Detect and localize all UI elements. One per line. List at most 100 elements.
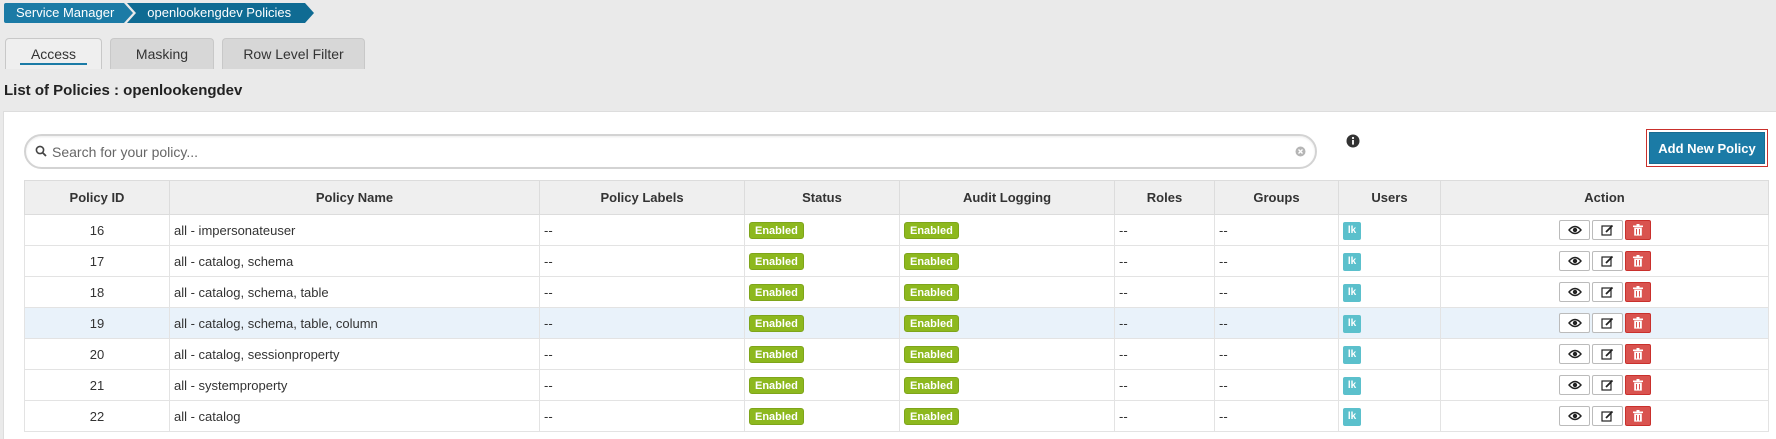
- col-status: Status: [744, 180, 900, 215]
- action-cell: [1440, 400, 1769, 432]
- audit-logging-badge: Enabled: [904, 221, 959, 239]
- groups-cell: --: [1214, 276, 1339, 308]
- table-header-row: Policy ID Policy Name Policy Labels Stat…: [24, 180, 1769, 215]
- audit-logging-cell: Enabled: [899, 214, 1115, 246]
- edit-policy-button[interactable]: [1591, 313, 1623, 333]
- status-badge: Enabled: [749, 376, 804, 394]
- edit-policy-button[interactable]: [1591, 375, 1623, 395]
- breadcrumb-service-manager[interactable]: Service Manager: [4, 3, 134, 23]
- info-icon[interactable]: [1346, 134, 1360, 151]
- policy-name-cell: all - catalog, schema: [169, 245, 540, 277]
- col-action: Action: [1440, 180, 1769, 215]
- breadcrumb: Service Manager openlookengdev Policies: [4, 3, 314, 23]
- action-cell: [1440, 369, 1769, 401]
- delete-policy-button[interactable]: [1624, 313, 1651, 333]
- view-policy-button[interactable]: [1558, 251, 1590, 271]
- status-badge: Enabled: [749, 221, 804, 239]
- col-audit-logging: Audit Logging: [899, 180, 1115, 215]
- policy-id-link[interactable]: 21: [24, 369, 170, 401]
- status-badge: Enabled: [749, 345, 804, 363]
- roles-cell: --: [1114, 369, 1215, 401]
- delete-policy-button[interactable]: [1624, 375, 1651, 395]
- user-badge: lk: [1343, 283, 1361, 302]
- user-badge: lk: [1343, 314, 1361, 333]
- table-row: 19 all - catalog, schema, table, column --…: [24, 307, 1769, 339]
- user-badge: lk: [1343, 252, 1361, 271]
- policy-id-link[interactable]: 19: [24, 307, 170, 339]
- policy-id-link[interactable]: 22: [24, 400, 170, 432]
- delete-policy-button[interactable]: [1624, 251, 1651, 271]
- audit-logging-badge: Enabled: [904, 407, 959, 425]
- roles-cell: --: [1114, 214, 1215, 246]
- action-cell: [1440, 214, 1769, 246]
- view-policy-button[interactable]: [1558, 344, 1590, 364]
- status-cell: Enabled: [744, 307, 900, 339]
- view-policy-button[interactable]: [1558, 375, 1590, 395]
- audit-logging-cell: Enabled: [899, 276, 1115, 308]
- edit-policy-button[interactable]: [1591, 251, 1623, 271]
- status-cell: Enabled: [744, 245, 900, 277]
- col-policy-name[interactable]: Policy Name: [169, 180, 540, 215]
- users-cell: lk: [1338, 400, 1441, 432]
- policy-list-panel: Add New Policy Policy ID Policy Name Pol…: [3, 111, 1776, 439]
- edit-policy-button[interactable]: [1591, 406, 1623, 426]
- status-cell: Enabled: [744, 400, 900, 432]
- view-policy-button[interactable]: [1558, 282, 1590, 302]
- audit-logging-badge: Enabled: [904, 376, 959, 394]
- policy-labels-cell: --: [539, 245, 745, 277]
- tab-access[interactable]: Access: [5, 38, 102, 69]
- tab-row-level-filter[interactable]: Row Level Filter: [222, 38, 365, 69]
- delete-policy-button[interactable]: [1624, 220, 1651, 240]
- groups-cell: --: [1214, 338, 1339, 370]
- status-cell: Enabled: [744, 276, 900, 308]
- audit-logging-cell: Enabled: [899, 338, 1115, 370]
- action-cell: [1440, 338, 1769, 370]
- delete-policy-button[interactable]: [1624, 344, 1651, 364]
- policy-id-link[interactable]: 18: [24, 276, 170, 308]
- search-input[interactable]: [52, 143, 1282, 161]
- delete-policy-button[interactable]: [1624, 406, 1651, 426]
- view-policy-button[interactable]: [1558, 313, 1590, 333]
- policy-id-link[interactable]: 20: [24, 338, 170, 370]
- table-row: 21 all - systemproperty -- Enabled Enabled --…: [24, 369, 1769, 401]
- roles-cell: --: [1114, 245, 1215, 277]
- col-roles: Roles: [1114, 180, 1215, 215]
- edit-policy-button[interactable]: [1591, 220, 1623, 240]
- delete-policy-button[interactable]: [1624, 282, 1651, 302]
- policy-id-link[interactable]: 17: [24, 245, 170, 277]
- edit-policy-button[interactable]: [1591, 282, 1623, 302]
- edit-policy-button[interactable]: [1591, 344, 1623, 364]
- table-row: 16 all - impersonateuser -- Enabled Enabled -…: [24, 214, 1769, 246]
- user-badge: lk: [1343, 407, 1361, 426]
- policy-labels-cell: --: [539, 369, 745, 401]
- policy-labels-cell: --: [539, 338, 745, 370]
- search-icon: [35, 145, 47, 160]
- tab-row-level-filter-label: Row Level Filter: [243, 46, 344, 62]
- view-policy-button[interactable]: [1558, 406, 1590, 426]
- breadcrumb-current[interactable]: openlookengdev Policies: [127, 3, 314, 23]
- policy-labels-cell: --: [539, 276, 745, 308]
- audit-logging-badge: Enabled: [904, 252, 959, 270]
- tab-masking[interactable]: Masking: [110, 38, 214, 69]
- policy-labels-cell: --: [539, 307, 745, 339]
- view-policy-button[interactable]: [1558, 220, 1590, 240]
- audit-logging-cell: Enabled: [899, 400, 1115, 432]
- col-policy-id[interactable]: Policy ID: [24, 180, 170, 215]
- users-cell: lk: [1338, 214, 1441, 246]
- users-cell: lk: [1338, 245, 1441, 277]
- add-new-policy-button[interactable]: Add New Policy: [1649, 132, 1765, 164]
- tab-access-label: Access: [30, 46, 77, 62]
- policy-id-link[interactable]: 16: [24, 214, 170, 246]
- policy-labels-cell: --: [539, 214, 745, 246]
- groups-cell: --: [1214, 214, 1339, 246]
- policy-name-cell: all - catalog, schema, table: [169, 276, 540, 308]
- groups-cell: --: [1214, 369, 1339, 401]
- audit-logging-cell: Enabled: [899, 369, 1115, 401]
- page-title: List of Policies : openlookengdev: [4, 82, 243, 99]
- user-badge: lk: [1343, 221, 1361, 240]
- policy-name-cell: all - catalog, sessionproperty: [169, 338, 540, 370]
- audit-logging-badge: Enabled: [904, 314, 959, 332]
- roles-cell: --: [1114, 276, 1215, 308]
- groups-cell: --: [1214, 400, 1339, 432]
- clear-search-icon[interactable]: [1295, 145, 1306, 160]
